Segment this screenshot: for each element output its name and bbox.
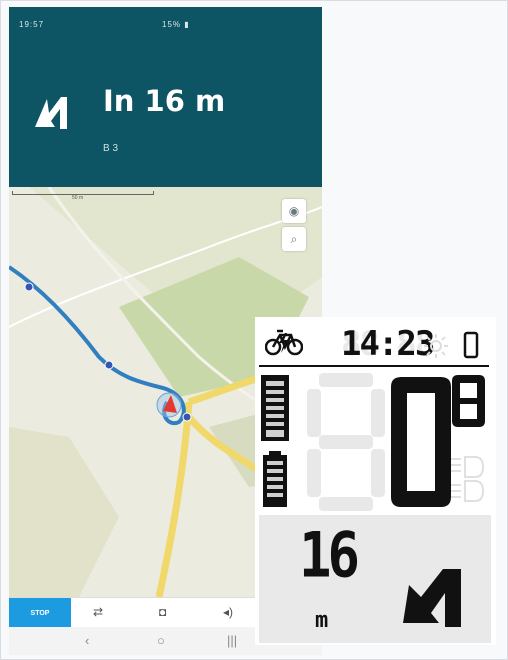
- display-divider: [259, 365, 489, 367]
- zoom-button[interactable]: ⌕: [282, 227, 306, 251]
- map-scale-label: 50 m: [72, 195, 84, 201]
- stop-button[interactable]: STOP: [9, 598, 71, 628]
- zoom-icon: ⌕: [290, 231, 298, 246]
- map-scale: 50 m: [12, 191, 154, 203]
- display-distance: 16: [299, 519, 360, 592]
- display-navigation-panel: 16 m: [259, 515, 491, 643]
- speed-digits: [307, 373, 485, 511]
- camera-icon[interactable]: ◘: [159, 605, 166, 619]
- status-time: 19:57: [19, 20, 45, 29]
- volume-icon[interactable]: ◂): [223, 605, 233, 619]
- status-indicators: 15% ▮: [162, 20, 190, 29]
- back-icon[interactable]: ‹: [85, 633, 89, 648]
- display-top-row: 88:88 14:23: [255, 317, 496, 367]
- clock: 14:23: [341, 324, 435, 364]
- display-distance-unit: m: [315, 608, 329, 633]
- battery-icon: [261, 375, 289, 507]
- street-name: B 3: [103, 143, 119, 154]
- phone-icon: [463, 331, 479, 359]
- turn-sharp-left-icon: [35, 97, 67, 129]
- navigation-panel[interactable]: In 16 m B 3: [9, 47, 322, 187]
- turn-distance: In 16 m: [103, 84, 226, 118]
- compass-button[interactable]: ◉: [282, 199, 306, 223]
- bike-display-overlay: 88:88 14:23 16 m: [255, 317, 496, 645]
- bike-assist-icon: [265, 329, 303, 356]
- home-icon[interactable]: ○: [157, 633, 165, 648]
- light-icon: [424, 334, 448, 358]
- recents-icon[interactable]: |||: [227, 633, 237, 648]
- compass-icon: ◉: [288, 204, 300, 218]
- route-icon[interactable]: ⇄: [93, 605, 103, 619]
- status-bar: 19:57 15% ▮: [9, 7, 322, 47]
- display-turn-arrow-icon: [403, 569, 461, 627]
